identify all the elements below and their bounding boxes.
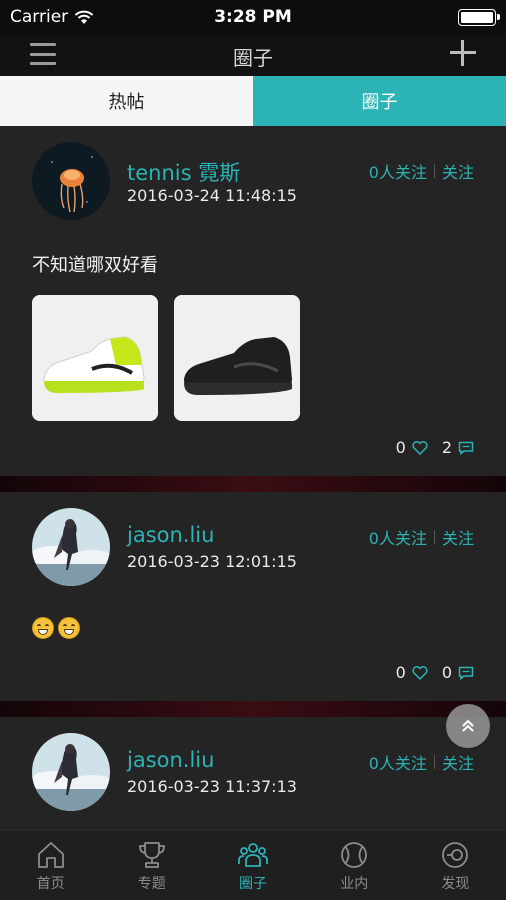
post-time: 2016-03-23 12:01:15 (127, 552, 297, 571)
tab-label: 业内 (340, 876, 369, 892)
group-icon (238, 843, 268, 867)
post-card[interactable]: jason.liu 2016-03-23 11:37:13 0人关注 关注 (0, 717, 506, 830)
comment-count: 2 (441, 438, 452, 457)
tab-home[interactable]: 首页 (0, 831, 101, 900)
post-feed[interactable]: tennis 霓斯 2016-03-24 11:48:15 0人关注 关注 不知… (0, 126, 506, 830)
post-time: 2016-03-23 11:37:13 (127, 777, 297, 796)
tab-label: 专题 (137, 876, 166, 892)
discover-icon (442, 842, 469, 868)
trophy-icon (138, 842, 165, 868)
heart-icon[interactable] (412, 665, 428, 680)
follower-count: 0人关注 (368, 754, 427, 773)
post-card[interactable]: tennis 霓斯 2016-03-24 11:48:15 0人关注 关注 不知… (0, 126, 506, 476)
follow-box: 0人关注 关注 (369, 159, 474, 183)
heart-icon[interactable] (412, 440, 428, 455)
post-text: 不知道哪双好看 (32, 255, 158, 276)
tab-industry[interactable]: 业内 (304, 831, 405, 900)
post-card[interactable]: jason.liu 2016-03-23 12:01:15 0人关注 关注 0 … (0, 492, 506, 701)
scroll-to-top-button[interactable] (446, 704, 490, 748)
divider (0, 476, 506, 492)
post-emojis (32, 617, 80, 639)
tab-label: 圈子 (239, 876, 267, 892)
tab-hot-posts[interactable]: 热帖 (0, 76, 253, 126)
follow-box: 0人关注 关注 (369, 750, 474, 774)
segment-tabs: 热帖 圈子 (0, 76, 506, 126)
post-image[interactable] (32, 295, 158, 421)
post-actions: 0 0 (388, 663, 474, 682)
home-icon (37, 842, 64, 868)
like-count: 0 (395, 438, 406, 457)
status-bar: Carrier 3:28 PM (0, 0, 506, 36)
avatar[interactable] (32, 733, 110, 811)
menu-icon[interactable] (30, 43, 56, 65)
follow-box: 0人关注 关注 (369, 525, 474, 549)
follow-button[interactable]: 关注 (442, 750, 474, 774)
tab-bar: 首页 专题 圈子 业内 发现 (0, 830, 506, 900)
clock: 3:28 PM (214, 7, 292, 27)
post-image[interactable] (174, 295, 300, 421)
post-time: 2016-03-24 11:48:15 (127, 186, 297, 205)
grinning-emoji-icon (32, 617, 54, 639)
comment-icon[interactable] (458, 441, 474, 455)
post-actions: 0 2 (388, 438, 474, 457)
post-images (32, 295, 300, 421)
battery-icon (458, 9, 500, 26)
page-title: 圈子 (233, 46, 273, 70)
user-name[interactable]: tennis 霓斯 (127, 157, 240, 187)
tennis-ball-icon (341, 842, 368, 868)
comment-icon[interactable] (458, 666, 474, 680)
tab-circle[interactable]: 圈子 (202, 831, 303, 900)
follow-button[interactable]: 关注 (442, 525, 474, 549)
avatar[interactable] (32, 142, 110, 220)
double-chevron-up-icon (462, 719, 474, 732)
comment-count: 0 (441, 663, 452, 682)
tab-topics[interactable]: 专题 (101, 831, 202, 900)
tab-label: 发现 (441, 876, 470, 892)
follow-button[interactable]: 关注 (442, 159, 474, 183)
follower-count: 0人关注 (368, 529, 427, 548)
tab-discover[interactable]: 发现 (405, 831, 506, 900)
grinning-emoji-icon (58, 617, 80, 639)
user-name[interactable]: jason.liu (127, 748, 214, 772)
like-count: 0 (395, 663, 406, 682)
nav-bar: 圈子 (0, 36, 506, 76)
divider (0, 701, 506, 717)
avatar[interactable] (32, 508, 110, 586)
tab-circle[interactable]: 圈子 (253, 76, 506, 126)
user-name[interactable]: jason.liu (127, 523, 214, 547)
follower-count: 0人关注 (368, 163, 427, 182)
tab-label: 首页 (36, 876, 65, 892)
add-post-button[interactable] (450, 40, 476, 66)
